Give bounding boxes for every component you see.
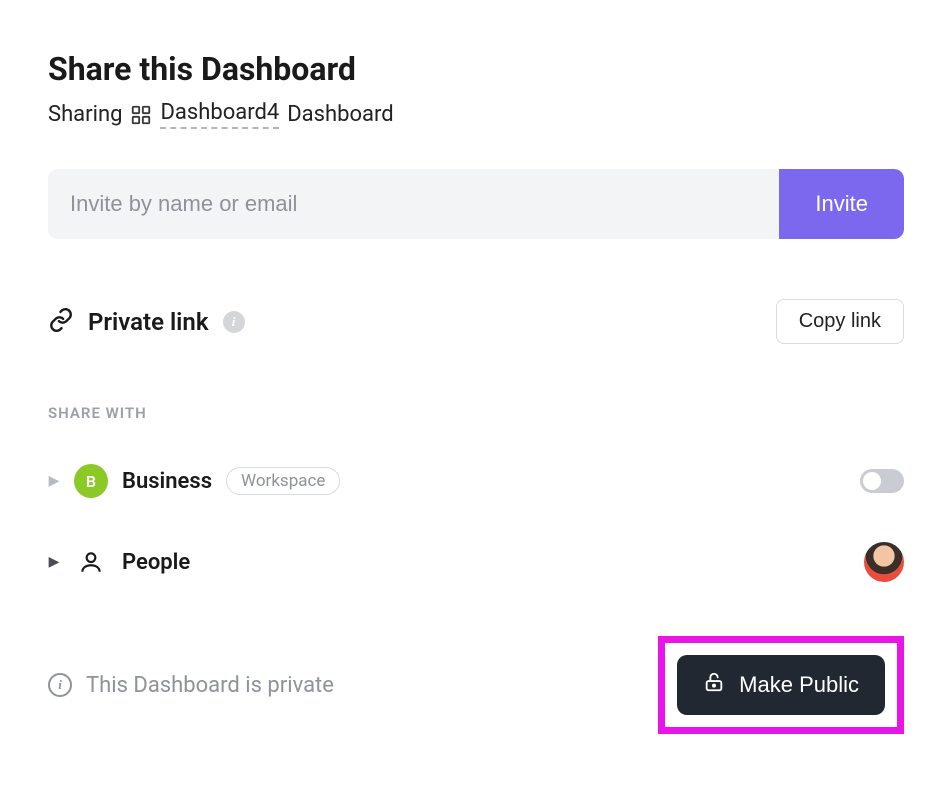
footer-row: i This Dashboard is private Make Public (48, 636, 904, 734)
share-with-section-label: SHARE WITH (48, 404, 904, 422)
breadcrumb-suffix: Dashboard (287, 102, 393, 127)
workspace-avatar: B (74, 464, 108, 498)
invite-row: Invite (48, 169, 904, 239)
privacy-status-text: This Dashboard is private (86, 673, 334, 698)
user-avatar[interactable] (864, 542, 904, 582)
invite-input[interactable] (48, 169, 779, 239)
person-icon (74, 549, 108, 575)
invite-button[interactable]: Invite (779, 169, 904, 239)
dialog-title: Share this Dashboard (48, 50, 904, 88)
private-link-label: Private link (88, 308, 209, 336)
breadcrumb: Sharing Dashboard4 Dashboard (48, 100, 904, 129)
make-public-button[interactable]: Make Public (677, 655, 885, 715)
highlight-annotation: Make Public (658, 636, 904, 734)
share-item-name: Business (122, 469, 212, 494)
unlock-icon (703, 671, 725, 699)
info-outline-icon: i (48, 673, 72, 697)
private-link-row: Private link i Copy link (48, 299, 904, 344)
link-icon (48, 307, 74, 337)
workspace-badge: Workspace (226, 467, 340, 495)
caret-right-icon[interactable]: ▶ (48, 554, 60, 570)
breadcrumb-prefix: Sharing (48, 102, 122, 127)
info-icon[interactable]: i (223, 311, 245, 333)
share-toggle-business[interactable] (860, 469, 904, 493)
caret-right-icon[interactable]: ▶ (48, 473, 60, 489)
dashboard-icon (130, 104, 152, 126)
make-public-label: Make Public (739, 672, 859, 698)
share-item-name: People (122, 550, 190, 575)
breadcrumb-dashboard-name[interactable]: Dashboard4 (160, 100, 279, 129)
share-item-business: ▶ B Business Workspace (48, 450, 904, 512)
copy-link-button[interactable]: Copy link (776, 299, 904, 344)
share-item-people: ▶ People (48, 528, 904, 596)
